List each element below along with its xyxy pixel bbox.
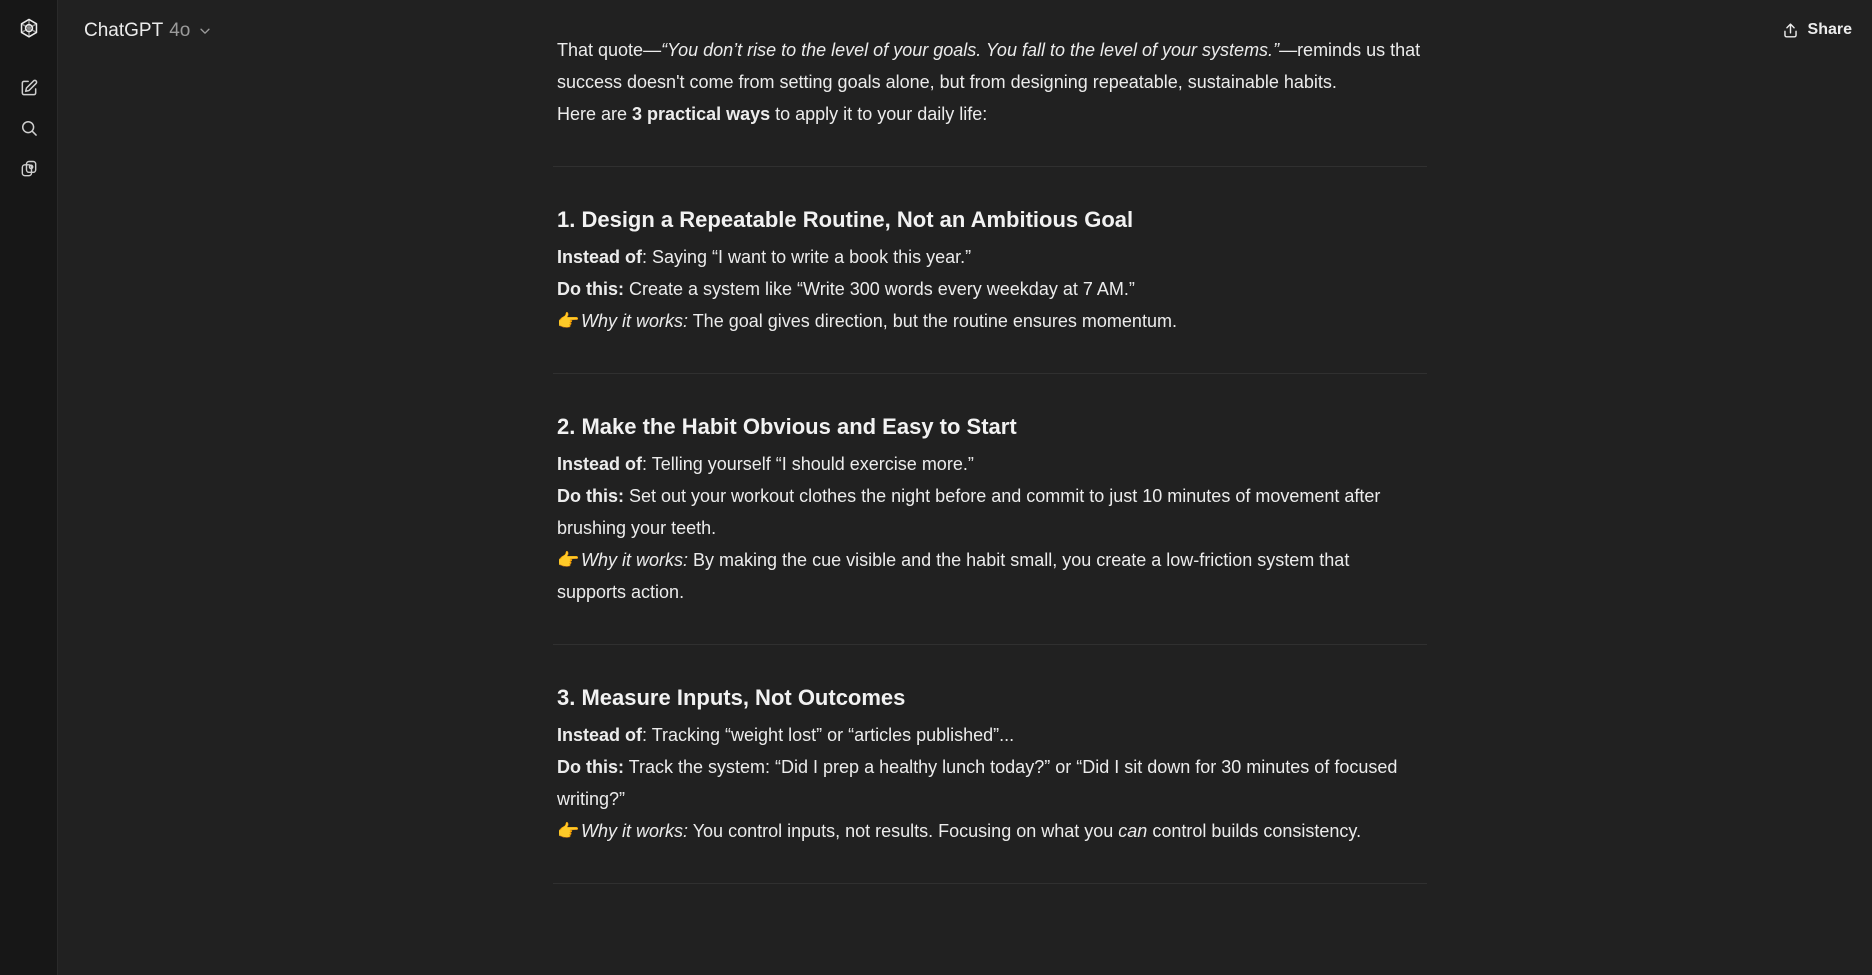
instead-line: Instead of: Tracking “weight lost” or “a… [557, 725, 1015, 745]
section-2: 2. Make the Habit Obvious and Easy to St… [557, 411, 1423, 608]
divider [553, 644, 1427, 645]
intro-paragraph: That quote—“You don’t rise to the level … [557, 40, 1421, 92]
why-line: 👉Why it works: By making the cue visible… [557, 544, 1423, 608]
divider [553, 883, 1427, 884]
section-heading: 3. Measure Inputs, Not Outcomes [557, 685, 906, 710]
instead-line: Instead of: Telling yourself “I should e… [557, 454, 974, 474]
lead-paragraph: Here are 3 practical ways to apply it to… [557, 104, 988, 124]
pointing-hand-icon: 👉 [557, 311, 580, 331]
model-version: 4o [169, 20, 191, 41]
openai-logo-icon[interactable] [13, 13, 45, 45]
divider [553, 166, 1427, 167]
gpts-icon[interactable] [13, 153, 45, 185]
share-label: Share [1807, 21, 1852, 38]
divider [553, 373, 1427, 374]
do-line: Do this: Set out your workout clothes th… [557, 486, 1381, 538]
why-line: 👉Why it works: The goal gives direction,… [557, 305, 1423, 337]
section-1: 1. Design a Repeatable Routine, Not an A… [557, 204, 1423, 337]
do-line: Do this: Track the system: “Did I prep a… [557, 757, 1398, 809]
section-heading: 2. Make the Habit Obvious and Easy to St… [557, 414, 1017, 439]
section-heading: 1. Design a Repeatable Routine, Not an A… [557, 207, 1134, 232]
share-button[interactable]: Share [1775, 15, 1858, 45]
sidebar-rail [0, 0, 58, 975]
section-3: 3. Measure Inputs, Not Outcomes Instead … [557, 682, 1423, 847]
pointing-hand-icon: 👉 [557, 821, 580, 841]
do-line: Do this: Create a system like “Write 300… [557, 279, 1135, 299]
chevron-down-icon [200, 28, 210, 34]
quote-text: “You don’t rise to the level of your goa… [661, 40, 1280, 60]
instead-line: Instead of: Saying “I want to write a bo… [557, 247, 972, 267]
model-selector-button[interactable]: ChatGPT 4o [78, 15, 218, 47]
new-chat-icon[interactable] [13, 72, 45, 104]
share-icon [1783, 22, 1797, 38]
search-icon[interactable] [13, 112, 45, 144]
pointing-hand-icon: 👉 [557, 550, 580, 570]
why-line: 👉Why it works: You control inputs, not r… [557, 815, 1423, 847]
model-name: ChatGPT [84, 20, 164, 41]
assistant-message: That quote—“You don’t rise to the level … [553, 34, 1427, 884]
